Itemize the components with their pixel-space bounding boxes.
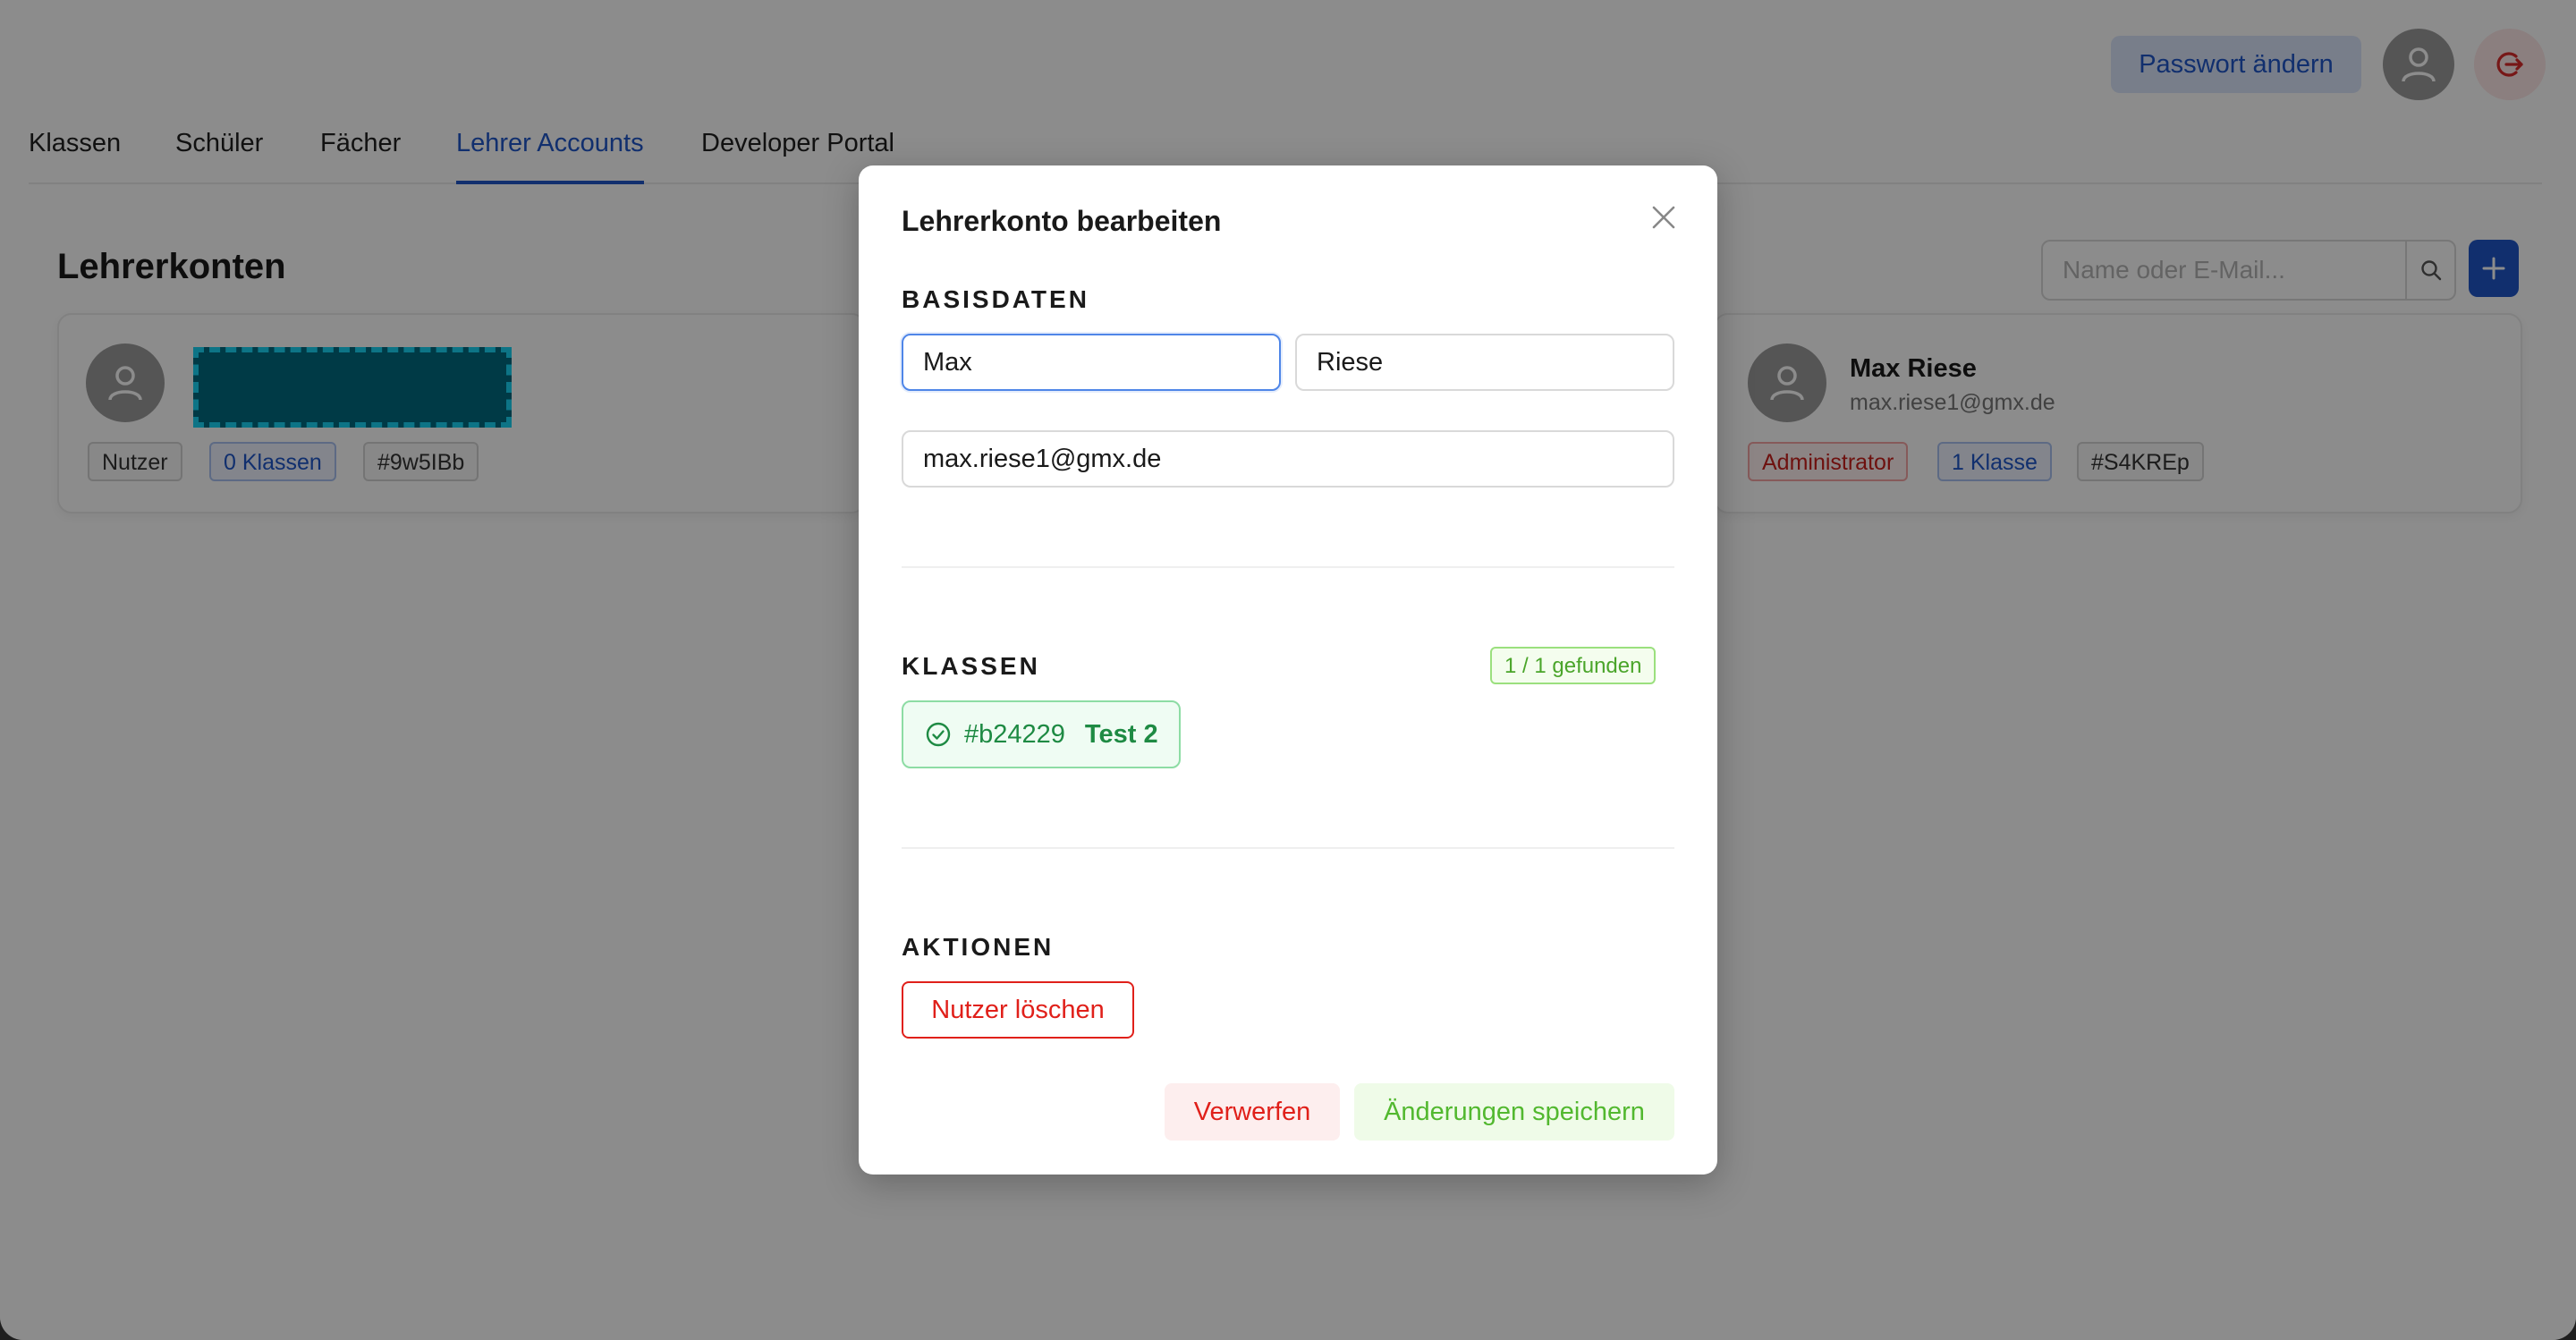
last-name-field[interactable] <box>1295 334 1674 391</box>
email-input[interactable] <box>903 432 1673 486</box>
save-changes-button[interactable]: Änderungen speichern <box>1354 1083 1674 1141</box>
discard-button[interactable]: Verwerfen <box>1165 1083 1340 1141</box>
first-name-field[interactable] <box>902 334 1281 391</box>
class-chip[interactable]: #b24229 Test 2 <box>902 700 1181 768</box>
edit-teacher-dialog: Lehrerkonto bearbeiten BASISDATEN KLASSE… <box>859 165 1717 1175</box>
email-field[interactable] <box>902 430 1674 488</box>
delete-user-button[interactable]: Nutzer löschen <box>902 981 1134 1039</box>
found-count-badge: 1 / 1 gefunden <box>1490 647 1657 684</box>
close-icon <box>1652 206 1675 229</box>
check-circle-icon <box>926 722 951 747</box>
last-name-input[interactable] <box>1297 335 1673 389</box>
close-button[interactable] <box>1646 199 1682 235</box>
divider <box>902 566 1674 568</box>
divider <box>902 847 1674 849</box>
class-id: #b24229 <box>964 719 1065 749</box>
app-window: Passwort ändern Klassen Schüler Fächer L… <box>0 0 2576 1340</box>
section-basisdaten: BASISDATEN <box>902 285 1089 313</box>
class-name: Test 2 <box>1084 719 1158 749</box>
section-aktionen: AKTIONEN <box>902 933 1055 961</box>
section-klassen: KLASSEN <box>902 652 1040 680</box>
first-name-input[interactable] <box>903 335 1279 389</box>
dialog-title: Lehrerkonto bearbeiten <box>902 205 1222 237</box>
